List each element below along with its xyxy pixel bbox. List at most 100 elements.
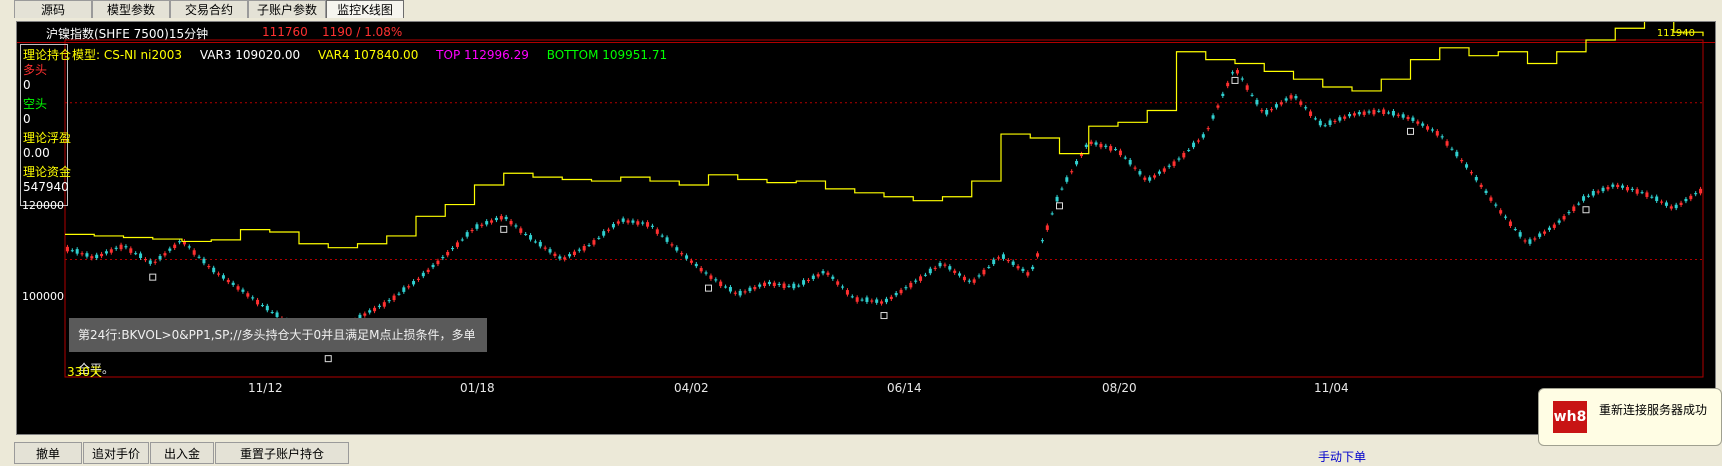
candle-body <box>514 225 518 227</box>
cancel-order-button[interactable]: 撤单 <box>14 442 82 464</box>
candle-body <box>421 272 425 277</box>
candle-body <box>875 299 879 303</box>
tab-subaccount-params[interactable]: 子账户参数 <box>248 0 326 18</box>
reset-subaccount-button[interactable]: 重置子账户持仓 <box>215 442 349 464</box>
candle-body <box>1153 175 1157 178</box>
candle-body <box>689 260 693 263</box>
candle-body <box>446 251 450 256</box>
candle-body <box>1011 261 1015 265</box>
candle-body <box>1279 102 1283 105</box>
candle-body <box>543 247 547 249</box>
candle-body <box>197 256 201 258</box>
candle-body <box>1133 167 1137 169</box>
candle-body <box>143 259 147 261</box>
candle-body <box>1450 148 1454 150</box>
candle-body <box>153 261 157 263</box>
candle-body <box>95 254 99 259</box>
candle-body <box>1099 143 1103 148</box>
candle-body <box>1577 203 1581 205</box>
candle-body <box>811 275 815 279</box>
position-info-panel: 理论持仓 多头 0 空头 0 理论浮盈 0.00 理论资金 547940 <box>20 44 72 206</box>
candle-body <box>1616 184 1620 188</box>
candle-body <box>748 287 752 292</box>
candle-body <box>1655 196 1659 202</box>
candle-body <box>1601 187 1605 192</box>
candle-body <box>821 271 825 274</box>
candle-body <box>129 248 133 253</box>
candle-body <box>1567 212 1571 214</box>
candle-body <box>490 220 494 223</box>
candle-body <box>836 281 840 285</box>
capital-label: 理论资金 <box>23 165 72 179</box>
candle-body <box>212 267 216 273</box>
candle-body <box>382 302 386 307</box>
candle-body <box>1114 149 1118 151</box>
candle-body <box>1582 196 1586 201</box>
candle-body <box>1182 152 1186 158</box>
candle-body <box>641 222 645 224</box>
deposit-withdraw-button[interactable]: 出入金 <box>150 442 214 464</box>
candle-body <box>119 244 123 250</box>
candle-body <box>402 287 406 292</box>
connection-notification[interactable]: wh8 重新连接服务器成功 <box>1538 388 1722 446</box>
candle-body <box>1504 216 1508 218</box>
long-value: 0 <box>23 78 31 92</box>
manual-order-link[interactable]: 手动下单 <box>1318 448 1366 465</box>
candle-body <box>1611 184 1615 187</box>
candle-body <box>1338 117 1342 121</box>
candle-body <box>148 260 152 264</box>
candle-body <box>387 300 391 302</box>
x-tick-label: 08/20 <box>1102 381 1137 395</box>
candle-body <box>519 228 523 233</box>
candle-body <box>1416 121 1420 124</box>
tab-trade-contract[interactable]: 交易合约 <box>170 0 248 18</box>
candle-body <box>1045 225 1049 230</box>
candle-body <box>533 241 537 243</box>
candle-body <box>1221 93 1225 97</box>
tab-model-params[interactable]: 模型参数 <box>92 0 170 18</box>
candle-body <box>675 247 679 251</box>
candle-body <box>1357 112 1361 115</box>
tab-kline-monitor[interactable]: 监控K线图 <box>326 0 404 18</box>
candle-body <box>1689 195 1693 200</box>
candle-body <box>426 269 430 273</box>
candle-body <box>231 282 235 285</box>
candle-body <box>363 313 367 316</box>
capital-value: 547940 <box>23 180 69 194</box>
candle-body <box>485 221 489 225</box>
candle-body <box>1109 146 1113 151</box>
candle-body <box>480 224 484 226</box>
candle-body <box>631 220 635 223</box>
candle-body <box>953 270 957 273</box>
candle-body <box>714 279 718 281</box>
tab-source-code[interactable]: 源码 <box>14 0 92 18</box>
candle-body <box>728 286 732 292</box>
candle-body <box>1226 82 1230 87</box>
candle-body <box>1426 126 1430 130</box>
chase-price-button[interactable]: 追对手价 <box>83 442 149 464</box>
candle-body <box>1313 118 1317 120</box>
candle-body <box>1089 141 1093 144</box>
signal-marker <box>149 273 157 281</box>
candle-body <box>1372 109 1376 115</box>
candle-body <box>70 250 74 252</box>
candle-body <box>763 282 767 287</box>
candle-body <box>1060 188 1064 190</box>
candle-body <box>1640 192 1644 194</box>
candle-body <box>168 248 172 251</box>
candle-body <box>694 263 698 267</box>
candle-body <box>1265 109 1269 115</box>
candle-body <box>251 297 255 299</box>
days-span-label: 330天 <box>67 365 102 379</box>
kline-chart-area[interactable]: 沪镍指数(SHFE 7500)15分钟 111760 1190 / 1.08% … <box>16 21 1716 435</box>
candle-body <box>1387 112 1391 114</box>
candle-body <box>1172 161 1176 166</box>
candle-body <box>1489 197 1493 201</box>
candle-body <box>529 235 533 240</box>
candle-body <box>1674 204 1678 209</box>
model-label: 模型: CS-NI ni2003 <box>72 48 182 62</box>
candle-body <box>1572 206 1576 211</box>
var4-value: VAR4 107840.00 <box>318 48 419 62</box>
candle-body <box>441 256 445 259</box>
candle-body <box>1669 206 1673 209</box>
